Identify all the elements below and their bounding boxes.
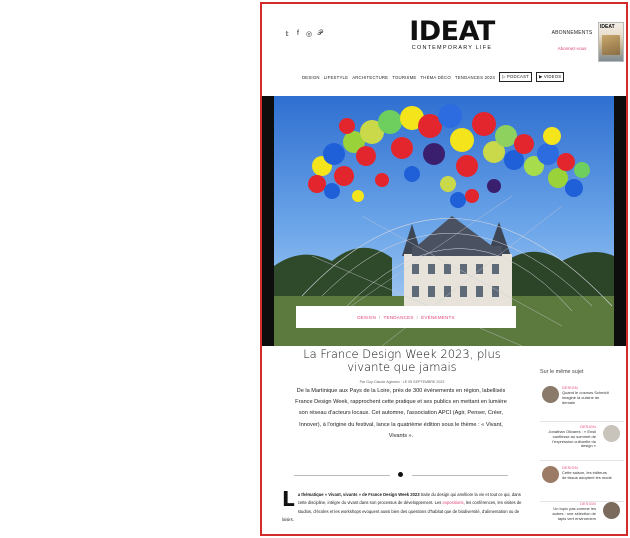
drop-cap: L	[282, 487, 295, 511]
related-heading: Sur le même sujet	[540, 369, 584, 375]
nav-item-thema-deco[interactable]: THÈMA DÉCO	[420, 75, 450, 80]
nav-item-tendances[interactable]: TENDANCES 2023	[455, 75, 495, 80]
subscribe-link[interactable]: Abonnez-vous	[544, 46, 600, 51]
main-nav: DESIGN LIFESTYLE ARCHITECTURE TOURISME T…	[302, 72, 565, 82]
nav-item-tourisme[interactable]: TOURISME	[392, 75, 416, 80]
logo-wordmark: IDEAT	[409, 16, 495, 47]
article-byline: Par Guy-Claude Agboton · LE 05 SEPTEMBRE…	[359, 380, 445, 384]
instagram-icon[interactable]: ◎	[306, 30, 312, 38]
podcast-button[interactable]: ▷ PODCAST	[498, 72, 533, 82]
breadcrumb-design[interactable]: DESIGN	[357, 315, 376, 320]
divider-line	[294, 474, 390, 476]
breadcrumb: DESIGN / TENDANCES / ÉVÈNEMENTS	[296, 306, 516, 328]
related-article[interactable]: DESIGN Un topic pas comme les autres : u…	[540, 500, 624, 534]
social-links: 𝕥 f ◎ 𝒫	[284, 30, 323, 38]
related-thumbnail	[542, 466, 559, 483]
subscribe-label[interactable]: ABONNEMENTS	[544, 30, 600, 36]
related-title: Jonathan Olivares : « Ensil canfiesse au…	[548, 429, 596, 449]
subscribe-block: ABONNEMENTS Abonnez-vous	[544, 30, 600, 51]
logo-tagline: CONTEMPORARY LIFE	[411, 45, 493, 51]
magazine-title: IDEAT	[600, 24, 615, 30]
site-logo[interactable]: IDEAT CONTEMPORARY LIFE	[402, 16, 502, 52]
breadcrumb-separator: /	[416, 314, 419, 320]
twitter-icon[interactable]: 𝕥	[284, 30, 290, 38]
videos-button[interactable]: ▶ VIDEOS	[536, 72, 565, 82]
breadcrumb-separator: /	[379, 314, 381, 320]
breadcrumb-tendances[interactable]: TENDANCES	[384, 315, 414, 320]
pinterest-icon[interactable]: 𝒫	[317, 30, 323, 38]
nav-item-design[interactable]: DESIGN	[302, 75, 320, 80]
nav-item-lifestyle[interactable]: LIFESTYLE	[324, 75, 349, 80]
section-divider	[294, 472, 508, 478]
nav-item-architecture[interactable]: ARCHITECTURE	[352, 75, 388, 80]
related-thumbnail	[542, 386, 559, 403]
related-article[interactable]: DESIGN Quand le cosmos Schmidt imagine l…	[540, 384, 624, 422]
expositions-link[interactable]: expositions	[443, 500, 464, 505]
divider-dot	[398, 472, 403, 477]
facebook-icon[interactable]: f	[295, 30, 301, 38]
magazine-cover-image	[602, 35, 620, 55]
related-article[interactable]: DESIGN Cette saison, les éditeurs de tis…	[540, 464, 624, 502]
body-lead: a thématique « Vivant, vivants » de Fran…	[297, 492, 420, 497]
related-thumbnail	[603, 502, 620, 519]
breadcrumb-evenements[interactable]: ÉVÈNEMENTS	[421, 315, 455, 320]
related-title: Quand le cosmos Schmidt imagine la cuisi…	[562, 390, 609, 405]
magazine-cover[interactable]: IDEAT	[598, 22, 624, 62]
article-intro: De la Martinique aux Pays de la Loire, p…	[295, 388, 507, 439]
article-title: La France Design Week 2023, plus vivante…	[303, 347, 501, 374]
related-title: Cette saison, les éditeurs de tissus ado…	[562, 470, 612, 480]
related-article[interactable]: DESIGN Jonathan Olivares : « Ensil canfi…	[540, 423, 624, 461]
article-body: La thématique « Vivant, vivants » de Fra…	[282, 487, 522, 525]
divider-line	[412, 474, 508, 476]
related-title: Un topic pas comme les autres : une séle…	[552, 506, 596, 521]
page-screenshot-frame: 𝕥 f ◎ 𝒫 IDEAT CONTEMPORARY LIFE ABONNEME…	[260, 2, 628, 536]
related-thumbnail	[603, 425, 620, 442]
